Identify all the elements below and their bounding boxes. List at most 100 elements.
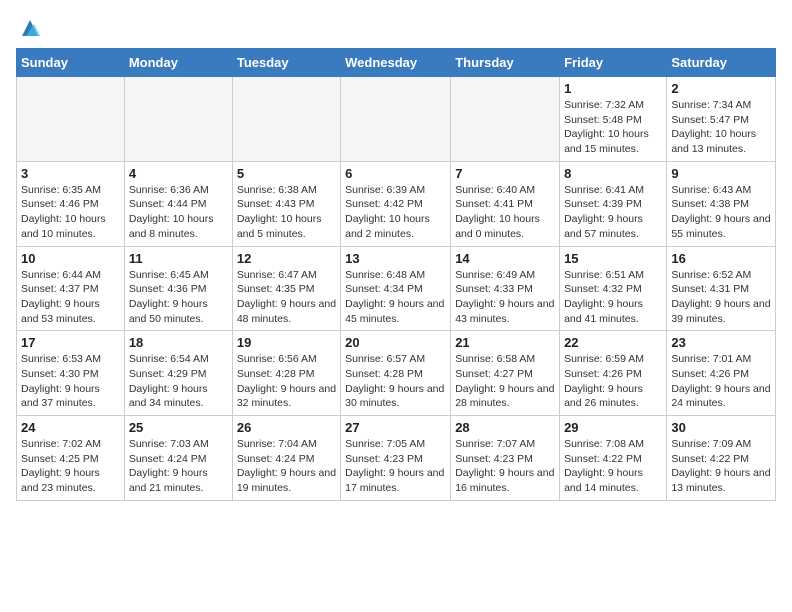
- day-number: 22: [564, 335, 662, 350]
- weekday-header-monday: Monday: [124, 49, 232, 77]
- day-number: 6: [345, 166, 446, 181]
- day-info: Sunrise: 6:51 AM Sunset: 4:32 PM Dayligh…: [564, 268, 662, 327]
- day-number: 17: [21, 335, 120, 350]
- day-number: 20: [345, 335, 446, 350]
- calendar-cell: 25 Sunrise: 7:03 AM Sunset: 4:24 PM Dayli…: [124, 416, 232, 501]
- calendar-cell: 22 Sunrise: 6:59 AM Sunset: 4:26 PM Dayli…: [560, 331, 667, 416]
- day-info: Sunrise: 7:01 AM Sunset: 4:26 PM Dayligh…: [671, 352, 771, 411]
- day-number: 2: [671, 81, 771, 96]
- weekday-header-friday: Friday: [560, 49, 667, 77]
- calendar-cell: [341, 77, 451, 162]
- day-info: Sunrise: 6:36 AM Sunset: 4:44 PM Dayligh…: [129, 183, 228, 242]
- weekday-header-thursday: Thursday: [451, 49, 560, 77]
- day-info: Sunrise: 6:49 AM Sunset: 4:33 PM Dayligh…: [455, 268, 555, 327]
- calendar-cell: 28 Sunrise: 7:07 AM Sunset: 4:23 PM Dayli…: [451, 416, 560, 501]
- calendar-cell: [232, 77, 340, 162]
- logo: [16, 16, 42, 40]
- week-row-4: 17 Sunrise: 6:53 AM Sunset: 4:30 PM Dayli…: [17, 331, 776, 416]
- day-info: Sunrise: 7:02 AM Sunset: 4:25 PM Dayligh…: [21, 437, 120, 496]
- day-number: 30: [671, 420, 771, 435]
- day-info: Sunrise: 7:04 AM Sunset: 4:24 PM Dayligh…: [237, 437, 336, 496]
- day-number: 4: [129, 166, 228, 181]
- day-number: 19: [237, 335, 336, 350]
- day-number: 1: [564, 81, 662, 96]
- week-row-2: 3Sunrise: 6:35 AM Sunset: 4:46 PM Daylig…: [17, 161, 776, 246]
- day-number: 21: [455, 335, 555, 350]
- calendar-cell: 2 Sunrise: 7:34 AM Sunset: 5:47 PM Daylig…: [667, 77, 776, 162]
- day-info: Sunrise: 6:47 AM Sunset: 4:35 PM Dayligh…: [237, 268, 336, 327]
- day-number: 28: [455, 420, 555, 435]
- calendar-cell: 14 Sunrise: 6:49 AM Sunset: 4:33 PM Dayli…: [451, 246, 560, 331]
- day-info: Sunrise: 6:45 AM Sunset: 4:36 PM Dayligh…: [129, 268, 228, 327]
- calendar-cell: 12Sunrise: 6:47 AM Sunset: 4:35 PM Dayli…: [232, 246, 340, 331]
- day-number: 9: [671, 166, 771, 181]
- day-number: 10: [21, 251, 120, 266]
- calendar: SundayMondayTuesdayWednesdayThursdayFrid…: [16, 48, 776, 501]
- calendar-cell: 11 Sunrise: 6:45 AM Sunset: 4:36 PM Dayli…: [124, 246, 232, 331]
- day-number: 13: [345, 251, 446, 266]
- weekday-header-tuesday: Tuesday: [232, 49, 340, 77]
- day-info: Sunrise: 6:35 AM Sunset: 4:46 PM Dayligh…: [21, 183, 120, 242]
- day-info: Sunrise: 6:59 AM Sunset: 4:26 PM Dayligh…: [564, 352, 662, 411]
- day-info: Sunrise: 7:09 AM Sunset: 4:22 PM Dayligh…: [671, 437, 771, 496]
- calendar-cell: 10Sunrise: 6:44 AM Sunset: 4:37 PM Dayli…: [17, 246, 125, 331]
- day-number: 11: [129, 251, 228, 266]
- day-info: Sunrise: 6:58 AM Sunset: 4:27 PM Dayligh…: [455, 352, 555, 411]
- day-info: Sunrise: 6:52 AM Sunset: 4:31 PM Dayligh…: [671, 268, 771, 327]
- day-number: 7: [455, 166, 555, 181]
- day-number: 14: [455, 251, 555, 266]
- week-row-3: 10Sunrise: 6:44 AM Sunset: 4:37 PM Dayli…: [17, 246, 776, 331]
- calendar-cell: 21 Sunrise: 6:58 AM Sunset: 4:27 PM Dayli…: [451, 331, 560, 416]
- week-row-5: 24 Sunrise: 7:02 AM Sunset: 4:25 PM Dayli…: [17, 416, 776, 501]
- day-number: 5: [237, 166, 336, 181]
- day-info: Sunrise: 7:03 AM Sunset: 4:24 PM Dayligh…: [129, 437, 228, 496]
- calendar-cell: 17 Sunrise: 6:53 AM Sunset: 4:30 PM Dayli…: [17, 331, 125, 416]
- day-info: Sunrise: 7:07 AM Sunset: 4:23 PM Dayligh…: [455, 437, 555, 496]
- day-number: 15: [564, 251, 662, 266]
- day-info: Sunrise: 6:54 AM Sunset: 4:29 PM Dayligh…: [129, 352, 228, 411]
- calendar-cell: 5 Sunrise: 6:38 AM Sunset: 4:43 PM Daylig…: [232, 161, 340, 246]
- calendar-cell: [451, 77, 560, 162]
- day-info: Sunrise: 6:56 AM Sunset: 4:28 PM Dayligh…: [237, 352, 336, 411]
- day-info: Sunrise: 7:34 AM Sunset: 5:47 PM Dayligh…: [671, 98, 771, 157]
- calendar-cell: 26 Sunrise: 7:04 AM Sunset: 4:24 PM Dayli…: [232, 416, 340, 501]
- day-info: Sunrise: 6:57 AM Sunset: 4:28 PM Dayligh…: [345, 352, 446, 411]
- day-info: Sunrise: 6:48 AM Sunset: 4:34 PM Dayligh…: [345, 268, 446, 327]
- calendar-cell: 16 Sunrise: 6:52 AM Sunset: 4:31 PM Dayli…: [667, 246, 776, 331]
- day-number: 16: [671, 251, 771, 266]
- day-info: Sunrise: 7:32 AM Sunset: 5:48 PM Dayligh…: [564, 98, 662, 157]
- calendar-cell: 23 Sunrise: 7:01 AM Sunset: 4:26 PM Dayli…: [667, 331, 776, 416]
- day-number: 23: [671, 335, 771, 350]
- day-info: Sunrise: 7:08 AM Sunset: 4:22 PM Dayligh…: [564, 437, 662, 496]
- day-info: Sunrise: 7:05 AM Sunset: 4:23 PM Dayligh…: [345, 437, 446, 496]
- day-info: Sunrise: 6:40 AM Sunset: 4:41 PM Dayligh…: [455, 183, 555, 242]
- calendar-cell: 24 Sunrise: 7:02 AM Sunset: 4:25 PM Dayli…: [17, 416, 125, 501]
- calendar-cell: 1 Sunrise: 7:32 AM Sunset: 5:48 PM Daylig…: [560, 77, 667, 162]
- calendar-cell: [17, 77, 125, 162]
- calendar-cell: 19 Sunrise: 6:56 AM Sunset: 4:28 PM Dayli…: [232, 331, 340, 416]
- weekday-header-row: SundayMondayTuesdayWednesdayThursdayFrid…: [17, 49, 776, 77]
- calendar-cell: 29 Sunrise: 7:08 AM Sunset: 4:22 PM Dayli…: [560, 416, 667, 501]
- logo-icon: [18, 16, 42, 40]
- calendar-cell: 18 Sunrise: 6:54 AM Sunset: 4:29 PM Dayli…: [124, 331, 232, 416]
- day-number: 25: [129, 420, 228, 435]
- header: [16, 16, 776, 40]
- day-number: 26: [237, 420, 336, 435]
- calendar-cell: 15 Sunrise: 6:51 AM Sunset: 4:32 PM Dayli…: [560, 246, 667, 331]
- day-number: 18: [129, 335, 228, 350]
- weekday-header-wednesday: Wednesday: [341, 49, 451, 77]
- day-number: 24: [21, 420, 120, 435]
- calendar-cell: 9Sunrise: 6:43 AM Sunset: 4:38 PM Daylig…: [667, 161, 776, 246]
- day-number: 29: [564, 420, 662, 435]
- weekday-header-saturday: Saturday: [667, 49, 776, 77]
- day-info: Sunrise: 6:53 AM Sunset: 4:30 PM Dayligh…: [21, 352, 120, 411]
- calendar-cell: 6Sunrise: 6:39 AM Sunset: 4:42 PM Daylig…: [341, 161, 451, 246]
- day-number: 27: [345, 420, 446, 435]
- calendar-cell: 27 Sunrise: 7:05 AM Sunset: 4:23 PM Dayli…: [341, 416, 451, 501]
- calendar-cell: 4 Sunrise: 6:36 AM Sunset: 4:44 PM Daylig…: [124, 161, 232, 246]
- weekday-header-sunday: Sunday: [17, 49, 125, 77]
- calendar-cell: 7 Sunrise: 6:40 AM Sunset: 4:41 PM Daylig…: [451, 161, 560, 246]
- day-info: Sunrise: 6:41 AM Sunset: 4:39 PM Dayligh…: [564, 183, 662, 242]
- calendar-cell: 20 Sunrise: 6:57 AM Sunset: 4:28 PM Dayli…: [341, 331, 451, 416]
- day-info: Sunrise: 6:38 AM Sunset: 4:43 PM Dayligh…: [237, 183, 336, 242]
